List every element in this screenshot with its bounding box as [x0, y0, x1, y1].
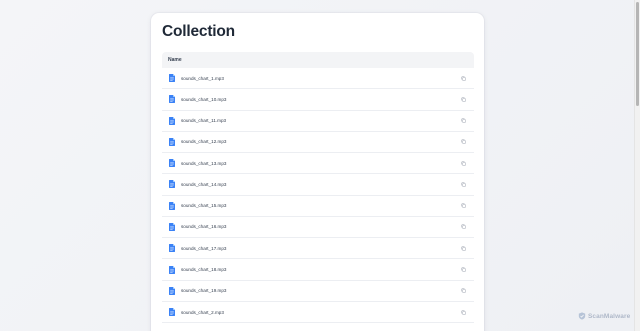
- table-row: sounds_chart_17.mp3: [162, 238, 474, 260]
- file-name-link[interactable]: sounds_chart_17.mp3: [181, 246, 226, 251]
- file-document-icon: [169, 222, 175, 231]
- file-name-link[interactable]: sounds_chart_10.mp3: [181, 97, 226, 102]
- table-header: Name: [162, 52, 474, 68]
- watermark-text: ScanMalware: [588, 312, 631, 320]
- file-document-icon: [169, 265, 175, 274]
- file-document-icon: [169, 308, 175, 317]
- file-document-icon: [169, 286, 175, 295]
- copy-icon[interactable]: [461, 288, 466, 294]
- file-name-link[interactable]: sounds_chart_14.mp3: [181, 182, 226, 187]
- file-name-link[interactable]: sounds_chart_16.mp3: [181, 224, 226, 229]
- copy-icon[interactable]: [461, 182, 466, 187]
- file-document-icon: [169, 180, 175, 189]
- table-row: sounds_chart_14.mp3: [162, 174, 474, 196]
- copy-icon[interactable]: [461, 267, 466, 272]
- collection-card: Collection Name sounds_chart_1.mp3 sounds…: [151, 13, 484, 331]
- file-list: sounds_chart_1.mp3 sounds_chart_10.mp3sou…: [162, 68, 474, 324]
- copy-icon[interactable]: [461, 246, 466, 251]
- table-row: sounds_chart_1.mp3: [162, 68, 474, 90]
- table-row: sounds_chart_16.mp3: [162, 217, 474, 239]
- page-title: Collection: [162, 23, 235, 40]
- copy-icon[interactable]: [461, 118, 466, 123]
- copy-icon[interactable]: [461, 203, 466, 208]
- file-name-link[interactable]: sounds_chart_19.mp3: [181, 288, 226, 293]
- table-row: sounds_chart_13.mp3: [162, 153, 474, 175]
- page: Collection Name sounds_chart_1.mp3 sounds…: [0, 0, 640, 331]
- watermark: ScanMalware: [578, 312, 630, 320]
- table-row: sounds_chart_15.mp3: [162, 196, 474, 217]
- copy-icon[interactable]: [461, 161, 466, 166]
- table-row: sounds_chart_11.mp3: [162, 111, 474, 132]
- file-name-link[interactable]: sounds_chart_1.mp3: [181, 76, 224, 81]
- file-name-link[interactable]: sounds_chart_12.mp3: [181, 139, 226, 144]
- file-table: Name sounds_chart_1.mp3 sounds_chart_10.m…: [162, 52, 474, 324]
- copy-icon[interactable]: [461, 224, 466, 230]
- vertical-scrollbar[interactable]: [634, 0, 640, 331]
- table-row: sounds_chart_18.mp3: [162, 259, 474, 281]
- table-row: sounds_chart_12.mp3: [162, 132, 474, 154]
- file-document-icon: [169, 116, 175, 125]
- copy-icon[interactable]: [461, 139, 466, 145]
- scrollbar-thumb[interactable]: [636, 2, 639, 106]
- file-name-link[interactable]: sounds_chart_18.mp3: [181, 267, 226, 272]
- file-name-link[interactable]: sounds_chart_13.mp3: [181, 161, 226, 166]
- copy-icon[interactable]: [461, 76, 466, 81]
- file-document-icon: [169, 74, 175, 83]
- column-header-name: Name: [168, 57, 182, 63]
- file-name-link[interactable]: sounds_chart_15.mp3: [181, 203, 226, 208]
- copy-icon[interactable]: [461, 97, 466, 102]
- file-document-icon: [169, 137, 175, 146]
- file-name-link[interactable]: sounds_chart_2.mp3: [181, 310, 224, 315]
- scanmalware-logo-icon: [578, 312, 586, 320]
- table-row: sounds_chart_19.mp3: [162, 281, 474, 302]
- file-name-link[interactable]: sounds_chart_11.mp3: [181, 118, 226, 123]
- copy-icon[interactable]: [461, 310, 466, 315]
- file-document-icon: [169, 159, 175, 168]
- table-row: sounds_chart_2.mp3: [162, 302, 474, 324]
- file-document-icon: [169, 95, 175, 104]
- table-row: sounds_chart_10.mp3: [162, 89, 474, 111]
- file-document-icon: [169, 244, 175, 253]
- file-document-icon: [169, 201, 175, 210]
